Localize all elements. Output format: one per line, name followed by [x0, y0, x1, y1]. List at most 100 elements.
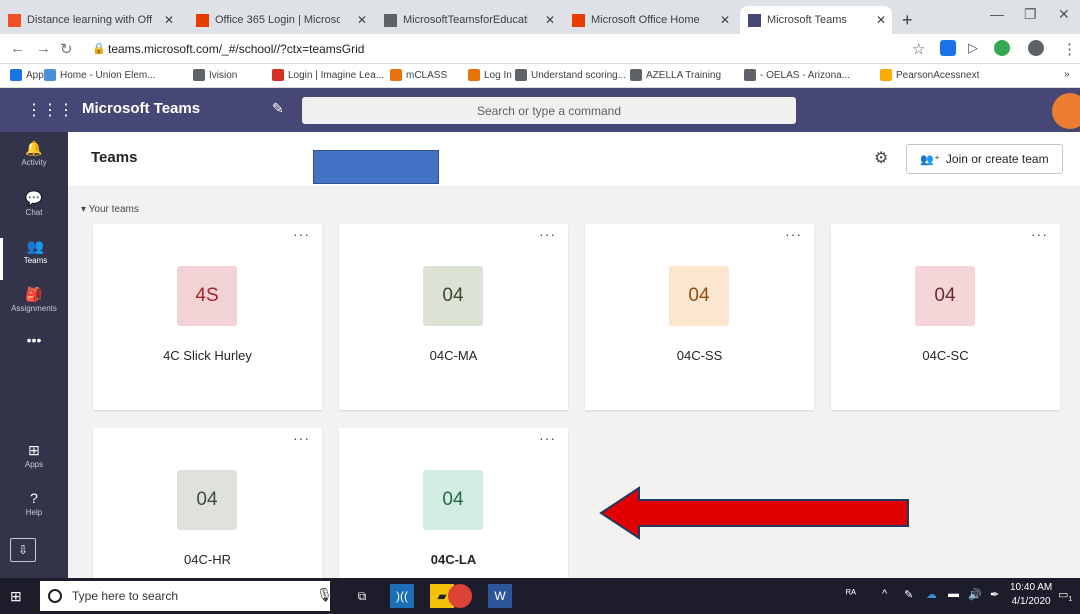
team-name: 04C-LA — [430, 552, 477, 567]
avatar[interactable] — [1052, 93, 1080, 129]
pen-icon[interactable]: ✎ — [904, 588, 913, 601]
volume-icon[interactable]: 🔊 — [968, 588, 982, 601]
team-card[interactable]: ··· 04 04C-MA — [339, 224, 568, 410]
chrome-icon[interactable] — [448, 584, 472, 608]
browser-tab[interactable]: Distance learning with Offic ✕ — [0, 6, 180, 34]
pen-workspace-icon[interactable]: ✒ — [990, 588, 999, 601]
team-name: 04C-SS — [676, 348, 723, 363]
gear-icon[interactable]: ⚙ — [874, 148, 888, 168]
bookmark-item[interactable]: Login | Imagine Lea... — [272, 69, 384, 81]
tab-title: Microsoft Office Home — [591, 14, 700, 26]
bookmark-item[interactable]: mCLASS — [390, 69, 447, 81]
join-button-label: Join or create team — [945, 152, 1049, 166]
tab-favicon-icon — [8, 13, 21, 27]
browser-tab[interactable]: Microsoft Office Home ✕ — [564, 6, 736, 34]
bookmark-item[interactable]: PearsonAcessnext — [880, 69, 979, 81]
bookmark-item[interactable]: AZELLA Training — [630, 69, 721, 81]
reload-icon[interactable]: ↻ — [60, 40, 73, 58]
cast-icon[interactable]: ▷ — [968, 40, 978, 56]
task-view-icon[interactable]: ⧉ — [350, 584, 374, 608]
bookmarks-bar: Apps Home - Union Elem... Ivision Login | I… — [0, 64, 1080, 88]
rail-item-activity[interactable]: 🔔 Activity — [0, 140, 68, 182]
bookmark-item[interactable]: Apps — [10, 69, 49, 81]
microphone-icon[interactable]: 🎙 — [316, 587, 333, 603]
new-chat-icon[interactable]: ✎ — [272, 100, 284, 117]
browser-tab[interactable]: Office 365 Login | Microsoft ✕ — [188, 6, 373, 34]
team-card[interactable]: ··· 04 04C-SS — [585, 224, 814, 410]
people-icon[interactable]: ᴿᴬ — [846, 588, 856, 600]
team-card[interactable]: ··· 4S 4C Slick Hurley — [93, 224, 322, 410]
restore-icon[interactable]: ❐ — [1024, 6, 1037, 23]
more-options-icon[interactable]: ··· — [293, 226, 310, 242]
bookmark-item[interactable]: Ivision — [193, 69, 237, 81]
tab-close-icon[interactable]: ✕ — [164, 13, 174, 27]
your-teams-section[interactable]: ▾ Your teams — [81, 204, 139, 215]
onedrive-icon[interactable]: ☁ — [926, 588, 937, 601]
taskbar-clock[interactable]: 10:40 AM 4/1/2020 — [1010, 581, 1052, 609]
join-or-create-team-button[interactable]: 👥⁺ Join or create team — [906, 144, 1063, 174]
tab-close-icon[interactable]: ✕ — [357, 13, 367, 27]
team-tile: 04 — [177, 470, 237, 530]
rail-item-label: Assignments — [11, 304, 57, 313]
show-hidden-icons[interactable]: ^ — [882, 588, 887, 600]
browser-tab[interactable]: Microsoft Teams ✕ — [740, 6, 892, 34]
profile-icon[interactable] — [1028, 40, 1044, 56]
close-window-icon[interactable]: ✕ — [1058, 6, 1070, 23]
bookmark-item[interactable]: Home - Union Elem... — [44, 69, 156, 81]
word-icon[interactable]: W — [488, 584, 512, 608]
team-tile: 4S — [177, 266, 237, 326]
tab-close-icon[interactable]: ✕ — [876, 13, 886, 27]
app-icon[interactable]: )(( — [390, 584, 414, 608]
page-title: Teams — [91, 149, 138, 166]
windows-start-icon[interactable]: ⊞ — [10, 588, 22, 605]
rail-item-help[interactable]: ? Help — [0, 490, 68, 532]
bookmark-label: Login | Imagine Lea... — [288, 69, 384, 81]
bookmark-icon — [10, 69, 22, 81]
more-options-icon[interactable]: ··· — [539, 430, 556, 446]
bookmark-label: - OELAS - Arizona... — [760, 69, 851, 81]
forward-icon[interactable]: → — [36, 40, 51, 57]
bookmark-label: Home - Union Elem... — [60, 69, 156, 81]
more-bookmarks-icon[interactable]: » — [1064, 69, 1070, 80]
rail-item-teams[interactable]: 👥 Teams — [0, 238, 68, 280]
extension-icon[interactable] — [940, 40, 956, 56]
taskbar-search-input[interactable]: Type here to search — [40, 581, 330, 611]
more-options-icon[interactable]: ··· — [1031, 226, 1048, 242]
back-icon[interactable]: ← — [10, 40, 25, 57]
notifications-icon[interactable]: ▭1 — [1058, 588, 1072, 603]
new-tab-button[interactable]: + — [902, 10, 913, 31]
url-field[interactable]: teams.microsoft.com/_#/school//?ctx=team… — [108, 42, 364, 56]
rail-item-assignments[interactable]: 🎒 Assignments — [0, 286, 68, 328]
rail-item-chat[interactable]: 💬 Chat — [0, 190, 68, 232]
bookmark-label: Ivision — [209, 69, 238, 81]
more-options-icon[interactable]: ··· — [785, 226, 802, 242]
team-card[interactable]: ··· 04 04C-SC — [831, 224, 1060, 410]
rail-item-apps[interactable]: ⊞ Apps — [0, 442, 68, 484]
bookmark-item[interactable]: Log In — [468, 69, 512, 81]
bookmark-icon — [630, 69, 642, 81]
tab-title: MicrosoftTeamsforEducation — [403, 14, 528, 26]
bookmark-item[interactable]: Understand scoring... — [515, 69, 626, 81]
tab-close-icon[interactable]: ✕ — [720, 13, 730, 27]
browser-tab[interactable]: MicrosoftTeamsforEducation ✕ — [376, 6, 561, 34]
rail-item-more[interactable]: ••• — [0, 332, 68, 374]
bookmark-star-icon[interactable]: ☆ — [912, 40, 925, 58]
bookmark-item[interactable]: - OELAS - Arizona... — [744, 69, 850, 81]
extension-icon[interactable] — [994, 40, 1010, 56]
app-title: Microsoft Teams — [82, 100, 201, 117]
command-search-input[interactable]: Search or type a command — [302, 97, 796, 124]
clock-date: 4/1/2020 — [1011, 596, 1051, 607]
tab-favicon-icon — [572, 13, 585, 27]
apps-icon: ⊞ — [28, 442, 40, 458]
bookmark-label: PearsonAcessnext — [896, 69, 980, 81]
more-options-icon[interactable]: ··· — [539, 226, 556, 242]
tab-title: Distance learning with Offic — [27, 14, 152, 26]
download-app-icon[interactable]: ⇩ — [10, 538, 36, 562]
menu-kebab-icon[interactable]: ⋮ — [1062, 40, 1077, 58]
tab-close-icon[interactable]: ✕ — [545, 13, 555, 27]
more-options-icon[interactable]: ··· — [293, 430, 310, 446]
minimize-icon[interactable]: — — [990, 6, 1004, 22]
bell-icon: 🔔 — [25, 140, 43, 156]
app-launcher-icon[interactable]: ⋮⋮⋮ — [26, 100, 74, 120]
network-icon[interactable]: ▬ — [948, 588, 959, 600]
